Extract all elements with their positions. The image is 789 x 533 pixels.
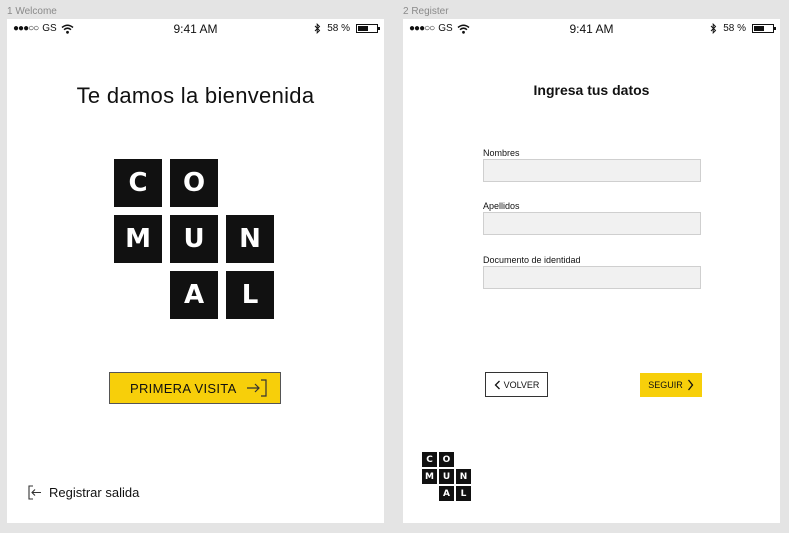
status-bar: ●●●○○ GS 9:41 AM 58 % [7, 19, 384, 41]
document-id-input[interactable] [483, 266, 701, 289]
back-button[interactable]: VOLVER [485, 372, 548, 397]
comunal-logo: C O M U N A L [422, 452, 473, 503]
logo-tile: M [422, 469, 437, 484]
welcome-screen: ●●●○○ GS 9:41 AM 58 % Te damos la bienve… [7, 19, 384, 523]
logo-tile: C [114, 159, 162, 207]
document-id-label: Documento de identidad [483, 255, 581, 265]
battery-icon [356, 24, 380, 33]
first-name-input[interactable] [483, 159, 701, 182]
first-visit-label: PRIMERA VISITA [130, 380, 237, 396]
last-name-label: Apellidos [483, 201, 520, 211]
register-title: Ingresa tus datos [533, 82, 650, 98]
sign-in-icon [247, 379, 267, 397]
battery-percent: 58 % [327, 23, 350, 34]
chevron-right-icon [687, 379, 694, 391]
logo-tile: L [456, 486, 471, 501]
logo-tile: N [456, 469, 471, 484]
battery-icon [752, 24, 776, 33]
artboard-label-welcome: 1 Welcome [7, 6, 57, 17]
register-screen: ●●●○○ GS 9:41 AM 58 % Ingresa tus datos … [403, 19, 780, 523]
bluetooth-icon [710, 23, 717, 34]
logo-tile: L [226, 271, 274, 319]
logo-tile: O [439, 452, 454, 467]
battery-percent: 58 % [723, 23, 746, 34]
first-name-label: Nombres [483, 148, 520, 158]
logo-tile: U [439, 469, 454, 484]
logo-tile: A [439, 486, 454, 501]
next-button[interactable]: SEGUIR [640, 373, 702, 397]
artboard-label-register: 2 Register [403, 6, 449, 17]
next-label: SEGUIR [648, 380, 683, 390]
logo-tile: C [422, 452, 437, 467]
signout-label: Registrar salida [49, 485, 140, 500]
first-visit-button[interactable]: PRIMERA VISITA [109, 372, 281, 404]
sign-out-icon [28, 485, 41, 500]
document-id-field: Documento de identidad [483, 255, 701, 289]
chevron-left-icon [494, 380, 500, 389]
battery-fill [754, 26, 765, 31]
logo-tile: O [170, 159, 218, 207]
bluetooth-icon [314, 23, 321, 34]
comunal-logo: C O M U N A L [114, 159, 276, 321]
battery-fill [358, 26, 369, 31]
last-name-field: Apellidos [483, 201, 701, 235]
logo-tile: A [170, 271, 218, 319]
last-name-input[interactable] [483, 212, 701, 235]
logo-tile: N [226, 215, 274, 263]
first-name-field: Nombres [483, 148, 701, 182]
back-label: VOLVER [503, 379, 540, 390]
welcome-title: Te damos la bienvenida [76, 83, 315, 108]
status-bar: ●●●○○ GS 9:41 AM 58 % [403, 19, 780, 41]
logo-tile: M [114, 215, 162, 263]
logo-tile: U [170, 215, 218, 263]
signout-link[interactable]: Registrar salida [27, 485, 139, 500]
